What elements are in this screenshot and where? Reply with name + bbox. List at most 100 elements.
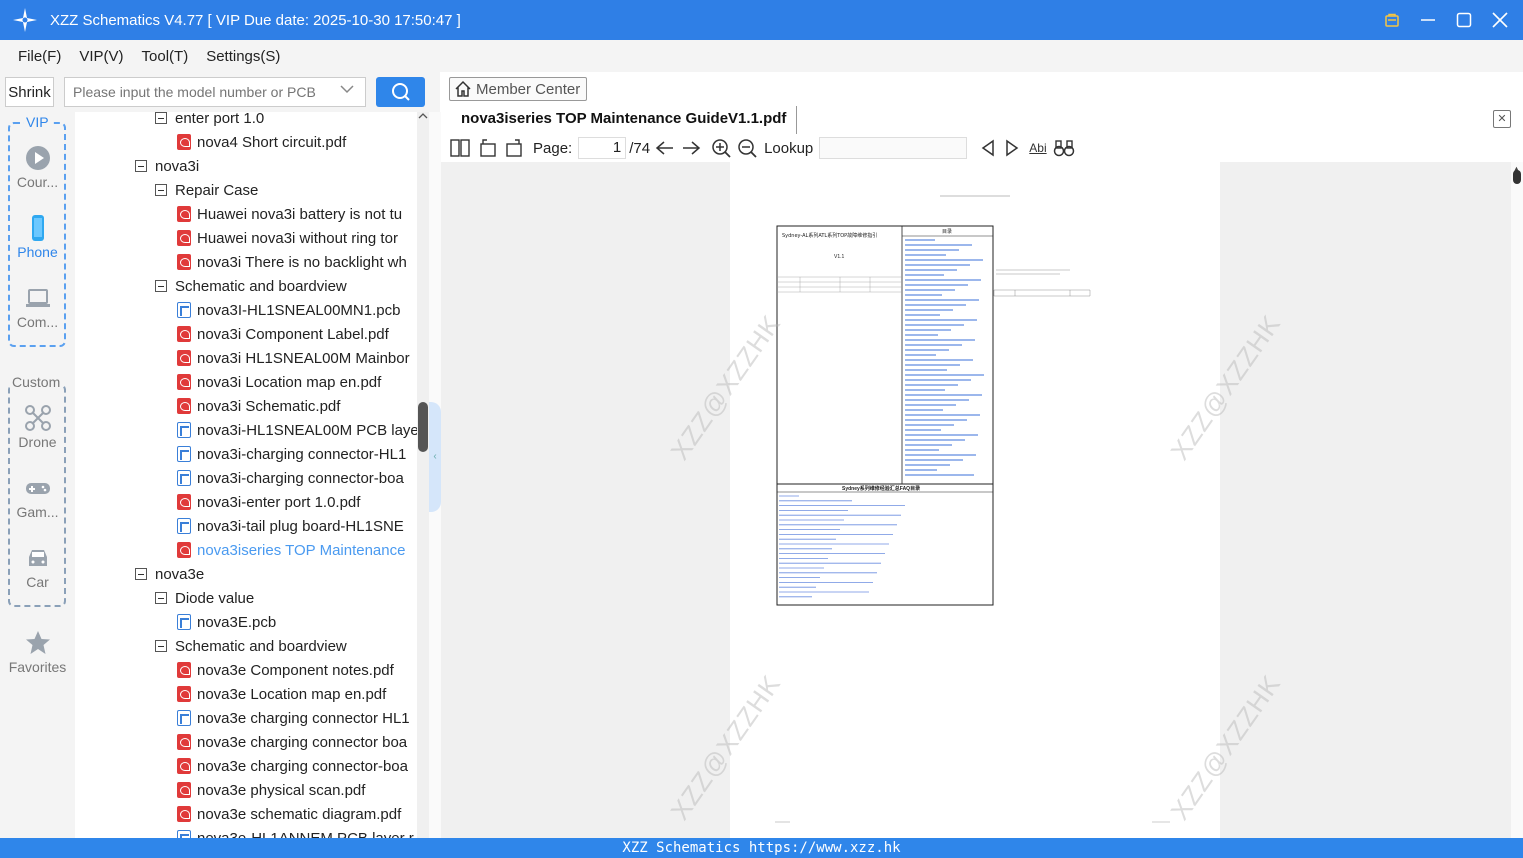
tree-scrollbar[interactable] <box>417 112 429 838</box>
scrollbar-thumb[interactable] <box>418 402 428 452</box>
pcb-file-icon <box>177 710 191 726</box>
rotate-right-icon[interactable] <box>503 136 525 160</box>
minimize-icon[interactable] <box>1417 6 1439 34</box>
collapse-toggle-icon[interactable] <box>135 568 147 580</box>
tree-folder[interactable]: Schematic and boardview <box>155 634 347 658</box>
tree-folder[interactable]: Schematic and boardview <box>155 274 347 298</box>
menu-tool[interactable]: Tool(T) <box>142 48 189 65</box>
tree-item-label: nova3i Schematic.pdf <box>197 397 341 415</box>
scrollbar-thumb[interactable] <box>1513 170 1521 184</box>
document-tab[interactable]: nova3iseries TOP Maintenance GuideV1.1.p… <box>449 106 798 134</box>
tree-file[interactable]: nova3i-charging connector-boa <box>177 466 404 490</box>
nav-item-drone[interactable]: Drone <box>0 404 75 450</box>
tree-folder[interactable]: enter port 1.0 <box>155 112 264 130</box>
tree-file[interactable]: nova3I-HL1SNEAL00MN1.pcb <box>177 298 400 322</box>
scroll-up-icon[interactable] <box>418 112 428 123</box>
drone-icon <box>24 405 51 431</box>
tree-file[interactable]: Huawei nova3i without ring tor <box>177 226 398 250</box>
zoom-out-icon[interactable] <box>736 136 758 160</box>
tree-file[interactable]: nova4 Short circuit.pdf <box>177 130 346 154</box>
tree-file[interactable]: nova3e Component notes.pdf <box>177 658 394 682</box>
binoculars-icon[interactable] <box>1053 136 1075 160</box>
nav-item-label: Com... <box>16 314 59 330</box>
tree-file[interactable]: nova3i Location map en.pdf <box>177 370 381 394</box>
prev-page-icon[interactable] <box>654 136 676 160</box>
play-icon <box>25 146 50 170</box>
panel-splitter[interactable]: ‹ <box>429 112 441 838</box>
menu-vip[interactable]: VIP(V) <box>79 48 123 65</box>
match-case-button[interactable]: Abi <box>1029 136 1046 160</box>
search-input[interactable] <box>64 77 366 107</box>
pdf-viewer[interactable]: Sydney-AL系列ATL系列TOP故障维修指引 V1.1 目录 Sydney… <box>441 162 1511 838</box>
tree-folder[interactable]: nova3i <box>135 154 199 178</box>
close-icon[interactable] <box>1489 6 1511 34</box>
pdf-file-icon <box>177 254 191 270</box>
menu-settings[interactable]: Settings(S) <box>206 48 280 65</box>
close-document-icon[interactable]: ✕ <box>1493 110 1511 128</box>
tree-item-label: nova3e <box>155 565 205 583</box>
tree-item-label: nova3i There is no backlight wh <box>197 253 407 271</box>
tree-file[interactable]: nova3i HL1SNEAL00M Mainbor <box>177 346 410 370</box>
tree-folder[interactable]: nova3e <box>135 562 204 586</box>
nav-item-favorites[interactable]: Favorites <box>0 629 75 675</box>
star-icon <box>25 631 50 654</box>
pcb-file-icon <box>177 518 191 534</box>
rotate-left-icon[interactable] <box>477 136 499 160</box>
nav-item-computer[interactable]: Com... <box>0 284 75 330</box>
tree-file[interactable]: nova3i Schematic.pdf <box>177 394 340 418</box>
collapse-toggle-icon[interactable] <box>155 640 167 652</box>
nav-item-course[interactable]: Cour... <box>0 144 75 190</box>
vip-group-label: VIP <box>24 114 51 130</box>
tree-file[interactable]: nova3e physical scan.pdf <box>177 778 365 802</box>
vip-bag-icon[interactable] <box>1381 6 1403 34</box>
tree-file[interactable]: nova3i-charging connector-HL1 <box>177 442 406 466</box>
tree-file[interactable]: nova3i There is no backlight wh <box>177 250 407 274</box>
page-number-input[interactable]: 1 <box>578 137 627 159</box>
tree-file[interactable]: nova3e charging connector HL1 <box>177 706 410 730</box>
member-center-button[interactable]: Member Center <box>449 77 588 101</box>
nav-item-phone[interactable]: Phone <box>0 214 75 260</box>
collapse-toggle-icon[interactable] <box>135 160 147 172</box>
tree-file[interactable]: nova3e Location map en.pdf <box>177 682 386 706</box>
tree-file[interactable]: nova3E.pcb <box>177 610 276 634</box>
chevron-down-icon[interactable] <box>340 83 354 97</box>
pdf-file-icon <box>177 230 191 246</box>
menu-file[interactable]: File(F) <box>18 48 61 65</box>
pdf-file-icon <box>177 806 191 822</box>
tree-file[interactable]: nova3i-HL1SNEAL00M PCB laye <box>177 418 417 442</box>
tree-file[interactable]: nova3e charging connector-boa <box>177 754 408 778</box>
app-logo-icon <box>12 7 38 33</box>
tree-item-label: nova3i-enter port 1.0.pdf <box>197 493 361 511</box>
two-page-view-icon[interactable] <box>449 136 471 160</box>
tree-file[interactable]: nova3e schematic diagram.pdf <box>177 802 401 826</box>
collapse-toggle-icon[interactable] <box>155 112 167 124</box>
next-page-icon[interactable] <box>680 136 702 160</box>
collapse-toggle-icon[interactable] <box>155 184 167 196</box>
nav-item-game[interactable]: Gam... <box>0 474 75 520</box>
tree-file[interactable]: nova3e charging connector boa <box>177 730 407 754</box>
tree-item-label: Diode value <box>175 589 255 607</box>
search-button[interactable] <box>376 77 425 107</box>
tree-folder[interactable]: Diode value <box>155 586 254 610</box>
page-total: /74 <box>629 139 651 157</box>
zoom-in-icon[interactable] <box>710 136 732 160</box>
tree-file[interactable]: nova3i-enter port 1.0.pdf <box>177 490 360 514</box>
collapse-toggle-icon[interactable] <box>155 280 167 292</box>
tree-folder[interactable]: Repair Case <box>155 178 258 202</box>
shrink-button[interactable]: Shrink <box>5 77 54 107</box>
tree-file[interactable]: nova3iseries TOP Maintenance <box>177 538 405 562</box>
custom-group-label: Custom <box>10 374 63 390</box>
tree-file[interactable]: nova3e-HL1ANNEM PCB layer r <box>177 826 414 838</box>
pcb-file-icon <box>177 302 191 318</box>
tree-file[interactable]: nova3i Component Label.pdf <box>177 322 389 346</box>
tree-file[interactable]: nova3i-tail plug board-HL1SNE <box>177 514 404 538</box>
find-prev-icon[interactable] <box>979 136 997 160</box>
viewer-scrollbar[interactable]: ▲ <box>1511 162 1523 838</box>
find-next-icon[interactable] <box>1003 136 1021 160</box>
nav-item-car[interactable]: Car <box>0 544 75 590</box>
collapse-panel-icon[interactable]: ‹ <box>429 402 441 512</box>
tree-file[interactable]: Huawei nova3i battery is not tu <box>177 202 402 226</box>
lookup-input[interactable] <box>819 137 968 159</box>
maximize-icon[interactable] <box>1453 6 1475 34</box>
collapse-toggle-icon[interactable] <box>155 592 167 604</box>
